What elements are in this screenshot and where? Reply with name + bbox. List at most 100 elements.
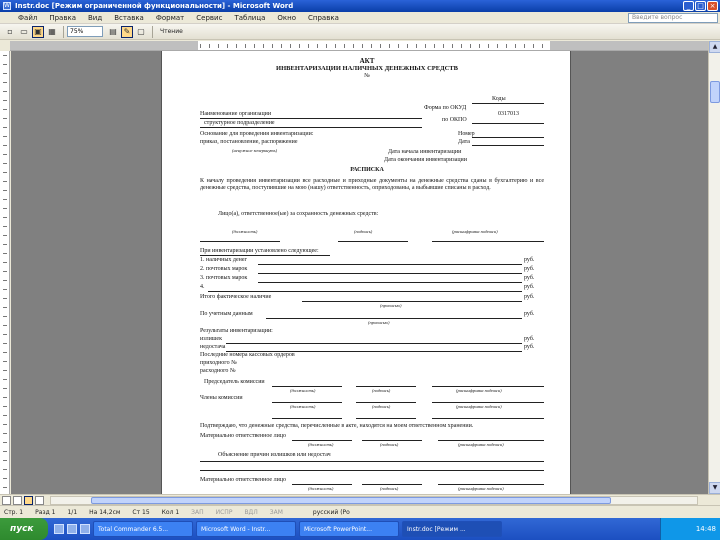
menu-help[interactable]: Справка	[302, 14, 345, 22]
doc-number-mark: №	[364, 73, 370, 79]
ruler-tick	[488, 44, 489, 48]
ruler-tick	[3, 271, 7, 272]
row-stamps2-unit: руб.	[524, 275, 535, 281]
menu-format[interactable]: Формат	[150, 14, 190, 22]
menu-table[interactable]: Таблица	[228, 14, 271, 22]
web-view-icon[interactable]	[13, 496, 22, 505]
menu-insert[interactable]: Вставка	[108, 14, 150, 22]
date-start-label: Дата начала инвентаризации	[388, 149, 462, 155]
task-total-commander[interactable]: Total Commander 6.5...	[93, 521, 193, 537]
outline-view-icon[interactable]	[35, 496, 44, 505]
ruler-tick	[3, 109, 7, 110]
task-word-instr[interactable]: Microsoft Word - Instr...	[196, 521, 296, 537]
standard-toolbar: ▫ ▭ ▣ ▦ 75% ▤ ✎ ▢ Чтение	[0, 24, 720, 40]
horizontal-scrollbar[interactable]	[50, 496, 698, 505]
receipt-title: РАСПИСКА	[350, 167, 384, 173]
responsible2-label: Материально ответственное лицо	[200, 477, 287, 483]
clock[interactable]: 14:48	[696, 525, 716, 533]
scroll-down-icon[interactable]: ▼	[709, 482, 720, 494]
menu-window[interactable]: Окно	[271, 14, 302, 22]
quicklaunch-browser-icon[interactable]	[67, 524, 77, 534]
chair-sig-line-2	[356, 386, 416, 387]
menu-view[interactable]: Вид	[82, 14, 108, 22]
quicklaunch-media-icon[interactable]	[80, 524, 90, 534]
members-sig-line-6	[432, 418, 544, 419]
task-word-active[interactable]: Instr.doc [Режим ...	[402, 521, 502, 537]
print-layout-icon[interactable]	[24, 496, 33, 505]
ruler-tick	[3, 127, 7, 128]
menu-file[interactable]: Файл	[12, 14, 43, 22]
status-ovr[interactable]: ЗАМ	[270, 509, 283, 516]
read-mode-button[interactable]: Чтение	[160, 28, 183, 35]
ruler-tick	[542, 44, 543, 48]
zoom-select[interactable]: 75%	[67, 26, 103, 37]
row-cash-line	[258, 264, 522, 265]
vertical-scrollbar[interactable]: ▲ ▼	[708, 41, 720, 494]
sig-line-3	[432, 241, 544, 242]
status-bar: Стр. 1 Разд 1 1/1 На 14,2см Ст 15 Кол 1 …	[0, 505, 720, 518]
task-powerpoint[interactable]: Microsoft PowerPoint...	[299, 521, 399, 537]
horizontal-ruler[interactable]	[10, 41, 710, 51]
ruler-tick	[3, 487, 7, 488]
shrink-to-fit-icon[interactable]: ✎	[121, 25, 133, 38]
total-words-hint: (прописью)	[380, 303, 402, 308]
responsible-sig-line-3	[438, 440, 544, 441]
maximize-button[interactable]: □	[695, 1, 706, 11]
menu-tools[interactable]: Сервис	[190, 14, 228, 22]
ruler-tick	[3, 172, 7, 173]
word-app-icon[interactable]: W	[3, 2, 11, 10]
print-preview-icon[interactable]: ▣	[32, 25, 44, 38]
full-screen-icon[interactable]: ▢	[135, 26, 147, 38]
ruler-tick	[3, 118, 7, 119]
responsible2-signature-hint: (подпись)	[380, 486, 399, 491]
close-button[interactable]: ×	[707, 1, 718, 11]
status-ext[interactable]: ВДЛ	[244, 509, 257, 516]
open-folder-icon[interactable]: ▭	[18, 26, 30, 38]
explanation-label: Объяснение причин излишков или недостач	[218, 452, 331, 458]
ruler-tick	[200, 44, 201, 48]
receipt-text: К началу проведения инвентаризации все р…	[200, 178, 544, 191]
normal-view-icon[interactable]	[2, 496, 11, 505]
ruler-tick	[398, 44, 399, 48]
status-rec[interactable]: ЗАП	[191, 509, 203, 516]
total-line	[302, 301, 522, 302]
multiple-pages-icon[interactable]: ▦	[46, 26, 58, 38]
vertical-ruler[interactable]	[0, 51, 10, 494]
view-ruler-icon[interactable]: ▤	[107, 26, 119, 38]
ruler-tick	[3, 424, 7, 425]
ruler-tick	[452, 44, 453, 48]
status-trk[interactable]: ИСПР	[216, 509, 233, 516]
scroll-up-icon[interactable]: ▲	[709, 41, 720, 53]
menu-edit[interactable]: Правка	[43, 14, 82, 22]
chair-sig-line-1	[272, 386, 342, 387]
status-position: На 14,2см	[89, 508, 121, 516]
codes-box-line	[472, 103, 544, 104]
start-button[interactable]: пуск	[0, 518, 48, 540]
ruler-tick	[227, 44, 228, 48]
ruler-tick	[3, 469, 7, 470]
explanation-line-1	[200, 461, 544, 462]
document-page[interactable]: АКТ ИНВЕНТАРИЗАЦИИ НАЛИЧНЫХ ДЕНЕЖНЫХ СРЕ…	[161, 51, 571, 494]
row-other-unit: руб.	[524, 284, 535, 290]
ruler-tick	[218, 44, 219, 48]
horizontal-scroll-thumb[interactable]	[91, 497, 611, 504]
quicklaunch-desktop-icon[interactable]	[54, 524, 64, 534]
found-underline	[200, 255, 330, 256]
ruler-tick	[245, 44, 246, 48]
ruler-margin-left	[10, 41, 198, 50]
ruler-tick	[3, 397, 7, 398]
responsible2-sig-line-2	[362, 484, 422, 485]
ruler-tick	[461, 44, 462, 48]
vertical-scroll-thumb[interactable]	[710, 81, 720, 103]
ruler-tick	[3, 406, 7, 407]
ruler-tick	[3, 145, 7, 146]
ruler-tick	[497, 44, 498, 48]
minimize-button[interactable]: _	[683, 1, 694, 11]
help-search-input[interactable]: Введите вопрос	[628, 13, 718, 23]
explanation-line-2	[200, 470, 544, 471]
responsible2-sig-line-1	[292, 484, 352, 485]
basis-note: (ненужное зачеркнуть)	[232, 148, 278, 153]
ruler-tick	[389, 44, 390, 48]
new-document-icon[interactable]: ▫	[4, 26, 16, 38]
declaration-text: Подтверждаю, что денежные средства, пере…	[200, 423, 474, 429]
